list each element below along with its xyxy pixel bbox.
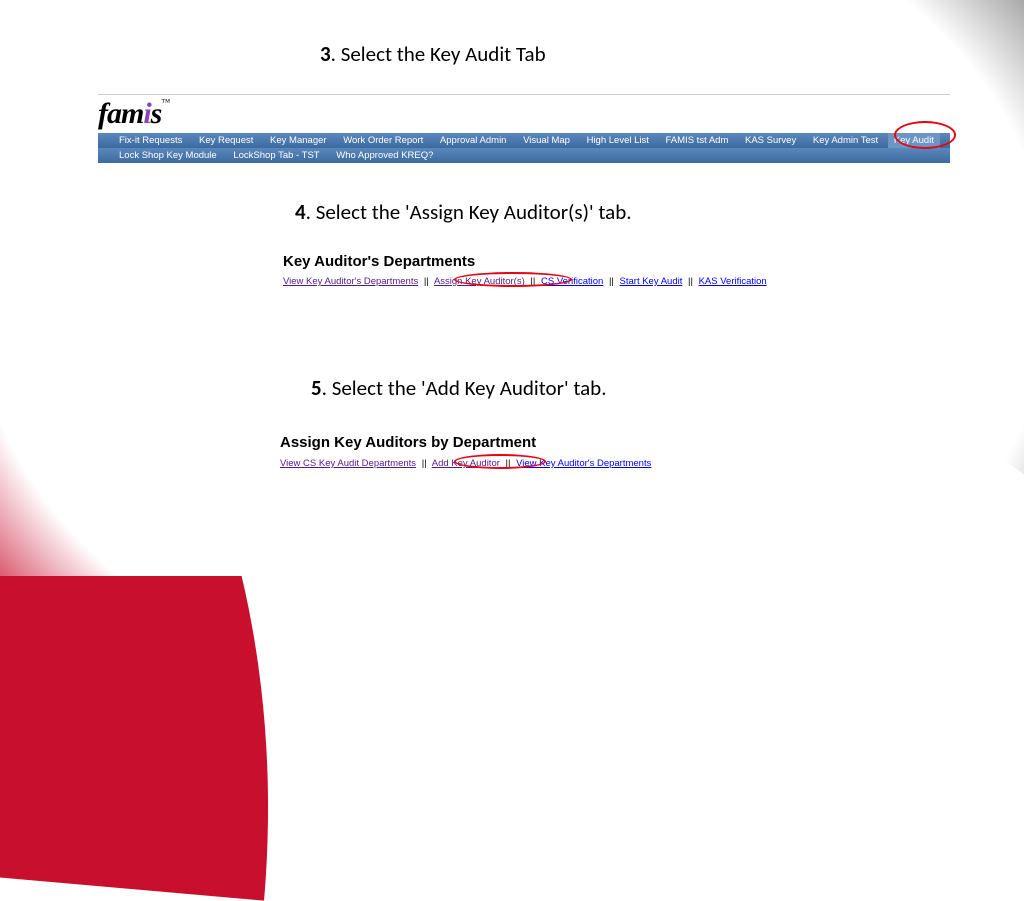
nav-lock-shop-module[interactable]: Lock Shop Key Module xyxy=(112,148,224,163)
step-4-number: 4 xyxy=(295,199,306,225)
nav-key-request[interactable]: Key Request xyxy=(192,133,260,148)
nav-lockshop-tst[interactable]: LockShop Tab - TST xyxy=(226,148,326,163)
nav-who-approved[interactable]: Who Approved KREQ? xyxy=(329,148,440,163)
section2-links: View CS Key Audit Departments || Add Key… xyxy=(280,458,651,469)
sep: || xyxy=(419,458,430,469)
nav-visual-map[interactable]: Visual Map xyxy=(516,133,577,148)
step-3-text: . Select the Key Audit Tab xyxy=(331,41,546,67)
slide-content: 3. Select the Key Audit Tab famis™ Fix-i… xyxy=(0,0,1024,576)
step-5-number: 5 xyxy=(311,375,322,401)
step-5-heading: 5. Select the 'Add Key Auditor' tab. xyxy=(311,375,607,401)
nav-row-2: Lock Shop Key Module LockShop Tab - TST … xyxy=(98,148,950,163)
step-3-number: 3 xyxy=(320,41,331,67)
logo-prefix: fam xyxy=(98,97,143,130)
nav-high-level-list[interactable]: High Level List xyxy=(580,133,656,148)
step-3-heading: 3. Select the Key Audit Tab xyxy=(320,41,546,67)
step-4-heading: 4. Select the 'Assign Key Auditor(s)' ta… xyxy=(295,199,632,225)
nav-key-audit[interactable]: Key Audit xyxy=(888,133,940,148)
nav-kas-survey[interactable]: KAS Survey xyxy=(738,133,803,148)
sep: || xyxy=(503,458,514,469)
step-5-text: . Select the 'Add Key Auditor' tab. xyxy=(322,375,607,401)
nav-key-manager[interactable]: Key Manager xyxy=(263,133,334,148)
logo-tm: ™ xyxy=(161,97,169,107)
step-4-text: . Select the 'Assign Key Auditor(s)' tab… xyxy=(306,199,632,225)
logo-i: i xyxy=(143,97,150,130)
link-cs-verification[interactable]: CS Verification xyxy=(541,276,603,287)
nav-fixit[interactable]: Fix-it Requests xyxy=(112,133,189,148)
link-view-key-auditors-dept[interactable]: View Key Auditor's Departments xyxy=(283,276,418,287)
nav-famis-tst-adm[interactable]: FAMIS tst Adm xyxy=(659,133,736,148)
link-view-key-auditors-dept-2[interactable]: View Key Auditor's Departments xyxy=(516,458,651,469)
link-start-key-audit[interactable]: Start Key Audit xyxy=(620,276,683,287)
sep: || xyxy=(421,276,432,287)
nav-key-admin-test[interactable]: Key Admin Test xyxy=(806,133,885,148)
section1-links: View Key Auditor's Departments || Assign… xyxy=(283,276,767,287)
link-kas-verification[interactable]: KAS Verification xyxy=(699,276,767,287)
sep: || xyxy=(685,276,696,287)
key-auditors-dept-heading: Key Auditor's Departments xyxy=(283,253,475,270)
link-add-key-auditor[interactable]: Add Key Auditor xyxy=(432,458,500,469)
link-assign-key-auditors[interactable]: Assign Key Auditor(s) xyxy=(434,276,525,287)
sep: || xyxy=(606,276,617,287)
link-view-cs-key-audit-dept[interactable]: View CS Key Audit Departments xyxy=(280,458,416,469)
famis-app-screenshot: famis™ Fix-it Requests Key Request Key M… xyxy=(98,94,950,163)
nav-approval-admin[interactable]: Approval Admin xyxy=(433,133,514,148)
logo-suffix: s xyxy=(151,97,162,130)
sep: || xyxy=(527,276,538,287)
famis-logo: famis™ xyxy=(98,95,950,133)
nav-row-1: Fix-it Requests Key Request Key Manager … xyxy=(98,133,950,148)
assign-key-auditors-heading: Assign Key Auditors by Department xyxy=(280,434,536,451)
nav-work-order[interactable]: Work Order Report xyxy=(336,133,430,148)
